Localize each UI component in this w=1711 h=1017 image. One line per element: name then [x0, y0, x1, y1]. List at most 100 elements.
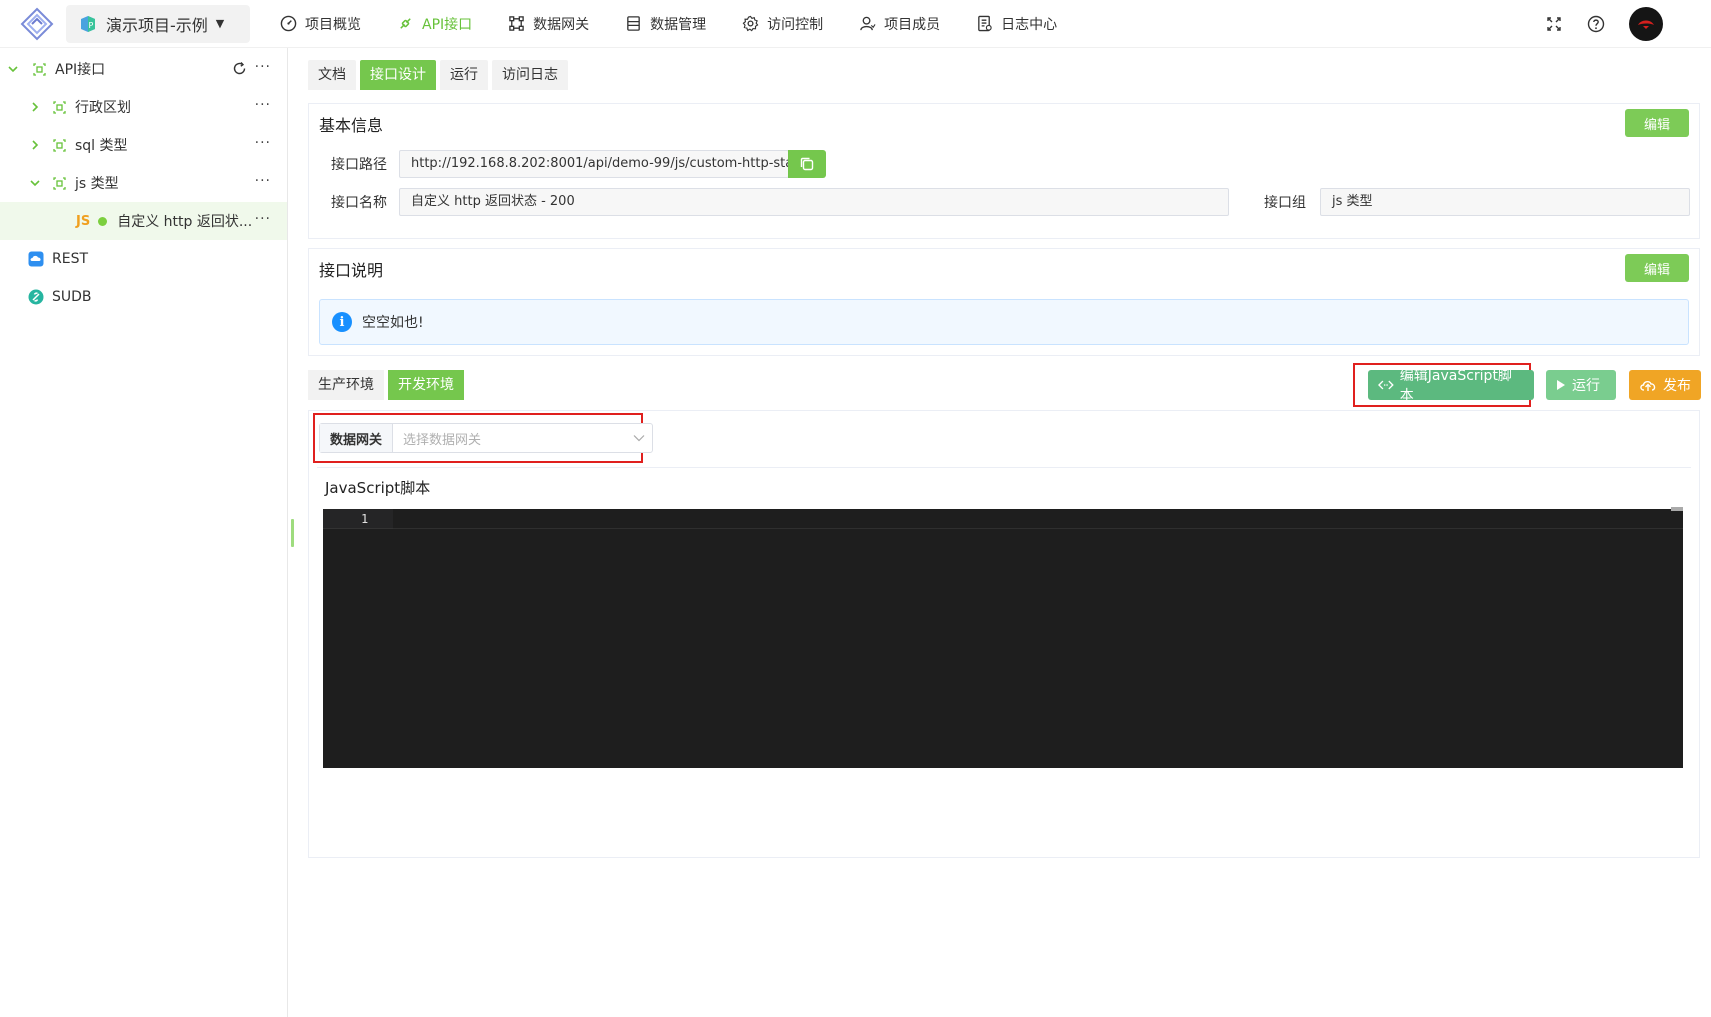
- code-icon: [1378, 380, 1394, 390]
- tree-item-label: REST: [52, 251, 89, 267]
- top-right-tools: [1545, 0, 1711, 48]
- tab-development[interactable]: 开发环境: [388, 370, 464, 400]
- tree-root-api[interactable]: API接口 ···: [0, 50, 287, 88]
- caret-down-icon: ▼: [215, 17, 225, 30]
- tab-run[interactable]: 运行: [440, 60, 488, 90]
- chevron-right-icon[interactable]: [28, 100, 42, 114]
- more-icon[interactable]: ···: [255, 173, 271, 189]
- editor-scrollbar[interactable]: [1671, 507, 1683, 511]
- log-icon: [978, 15, 992, 32]
- detail-tabs: 文档 接口设计 运行 访问日志: [308, 60, 572, 90]
- sidebar-api-tree: API接口 ··· 行政区划 ··· sql 类型 ··· js 类型 ··· …: [0, 48, 288, 1017]
- more-icon[interactable]: ···: [255, 211, 271, 227]
- app-logo-icon[interactable]: [18, 5, 56, 43]
- dashboard-icon: [280, 15, 297, 32]
- tree-item-label: sql 类型: [75, 138, 128, 154]
- api-group-field[interactable]: js 类型: [1320, 188, 1690, 216]
- basic-info-title: 基本信息: [319, 116, 384, 135]
- tree-item-label: 行政区划: [75, 100, 131, 116]
- top-navigation-bar: P 演示项目-示例 ▼ 项目概览 API接口 数据网关 数据管理 访问控制 项目…: [0, 0, 1711, 48]
- avatar[interactable]: [1629, 7, 1663, 41]
- nav-item-logs[interactable]: 日志中心: [958, 0, 1075, 48]
- tree-item-label: js 类型: [75, 176, 119, 192]
- script-title: JavaScript脚本: [325, 479, 431, 497]
- publish-button[interactable]: 发布: [1629, 370, 1701, 400]
- fullscreen-icon[interactable]: [1545, 15, 1563, 33]
- data-gateway-select[interactable]: 数据网关 选择数据网关: [319, 423, 653, 453]
- more-icon[interactable]: ···: [255, 135, 271, 151]
- tree-item-js[interactable]: js 类型 ···: [0, 164, 287, 202]
- basic-info-edit-button[interactable]: 编辑: [1625, 109, 1689, 137]
- script-card: 数据网关 选择数据网关 JavaScript脚本 1: [308, 410, 1700, 858]
- editor-gutter: [323, 509, 393, 529]
- line-number: 1: [361, 512, 369, 526]
- folder-api-icon: [53, 138, 66, 152]
- chevron-right-icon[interactable]: [28, 138, 42, 152]
- tab-design[interactable]: 接口设计: [360, 60, 436, 90]
- nav-item-access-control[interactable]: 访问控制: [724, 0, 841, 48]
- panel-resize-handle[interactable]: [291, 519, 294, 547]
- project-selector[interactable]: P 演示项目-示例 ▼: [66, 4, 250, 43]
- tree-item-region[interactable]: 行政区划 ···: [0, 88, 287, 126]
- nav-item-members[interactable]: 项目成员: [841, 0, 958, 48]
- tree-item-sql[interactable]: sql 类型 ···: [0, 126, 287, 164]
- tree-item-label: 自定义 http 返回状...: [117, 214, 253, 230]
- tree-item-custom-http-status[interactable]: JS 自定义 http 返回状... ···: [0, 202, 287, 240]
- edit-javascript-script-button[interactable]: 编辑JavaScript脚本: [1368, 368, 1534, 404]
- more-icon[interactable]: ···: [255, 97, 271, 113]
- gateway-icon: [509, 16, 524, 31]
- basic-info-card: 基本信息 编辑 接口路径 http://192.168.8.202:8001/a…: [308, 103, 1700, 239]
- api-path-label: 接口路径: [331, 157, 387, 173]
- tree-item-rest[interactable]: REST: [0, 240, 287, 278]
- svg-text:P: P: [89, 21, 94, 30]
- description-title: 接口说明: [319, 261, 384, 280]
- run-button[interactable]: 运行: [1546, 370, 1616, 400]
- editor-current-line[interactable]: [393, 509, 1683, 529]
- tab-docs[interactable]: 文档: [308, 60, 356, 90]
- folder-api-icon: [53, 100, 66, 114]
- description-card: 接口说明 编辑 i 空空如也!: [308, 248, 1700, 356]
- help-icon[interactable]: [1587, 15, 1605, 33]
- nav-item-api[interactable]: API接口: [379, 0, 490, 48]
- code-editor[interactable]: 1: [323, 507, 1683, 768]
- info-icon: i: [332, 312, 352, 332]
- user-icon: [860, 16, 876, 31]
- refresh-icon[interactable]: [232, 61, 247, 76]
- more-icon[interactable]: ···: [255, 59, 271, 75]
- folder-api-icon: [53, 176, 66, 190]
- play-icon: [1557, 380, 1565, 390]
- tree-item-sudb[interactable]: SUDB: [0, 278, 287, 316]
- copy-path-button[interactable]: [788, 150, 826, 178]
- project-name: 演示项目-示例: [106, 15, 208, 35]
- chevron-down-icon[interactable]: [6, 62, 20, 76]
- tab-access-log[interactable]: 访问日志: [492, 60, 568, 90]
- empty-description-text: 空空如也!: [362, 315, 424, 331]
- description-edit-button[interactable]: 编辑: [1625, 254, 1689, 282]
- sudb-icon: [28, 289, 44, 305]
- nav-item-data-management[interactable]: 数据管理: [607, 0, 724, 48]
- cloud-upload-icon: [1640, 380, 1656, 391]
- main-content: 文档 接口设计 运行 访问日志 基本信息 编辑 接口路径 http://192.…: [296, 48, 1711, 1017]
- gear-icon: [742, 15, 759, 32]
- main-nav: 项目概览 API接口 数据网关 数据管理 访问控制 项目成员 日志中心: [262, 0, 1075, 48]
- divider: [317, 467, 1691, 468]
- chevron-down-icon[interactable]: [28, 176, 42, 190]
- status-dot: [98, 216, 108, 226]
- tree-root-label: API接口: [55, 62, 106, 78]
- tree-item-label: SUDB: [52, 289, 92, 305]
- data-gateway-label: 数据网关: [320, 424, 394, 452]
- project-icon: P: [81, 15, 95, 32]
- api-path-field[interactable]: http://192.168.8.202:8001/api/demo-99/js…: [399, 150, 789, 178]
- js-badge-icon: JS: [76, 213, 91, 229]
- tab-production[interactable]: 生产环境: [308, 370, 384, 400]
- api-name-label: 接口名称: [331, 195, 387, 211]
- nav-item-gateway[interactable]: 数据网关: [490, 0, 607, 48]
- rest-icon: [28, 251, 44, 267]
- database-icon: [627, 16, 640, 31]
- api-icon: [400, 18, 411, 29]
- api-group-label: 接口组: [1264, 195, 1306, 211]
- api-name-field[interactable]: 自定义 http 返回状态 - 200: [399, 188, 1229, 216]
- copy-icon: [800, 157, 814, 171]
- chevron-down-icon: [626, 434, 652, 442]
- nav-item-overview[interactable]: 项目概览: [262, 0, 379, 48]
